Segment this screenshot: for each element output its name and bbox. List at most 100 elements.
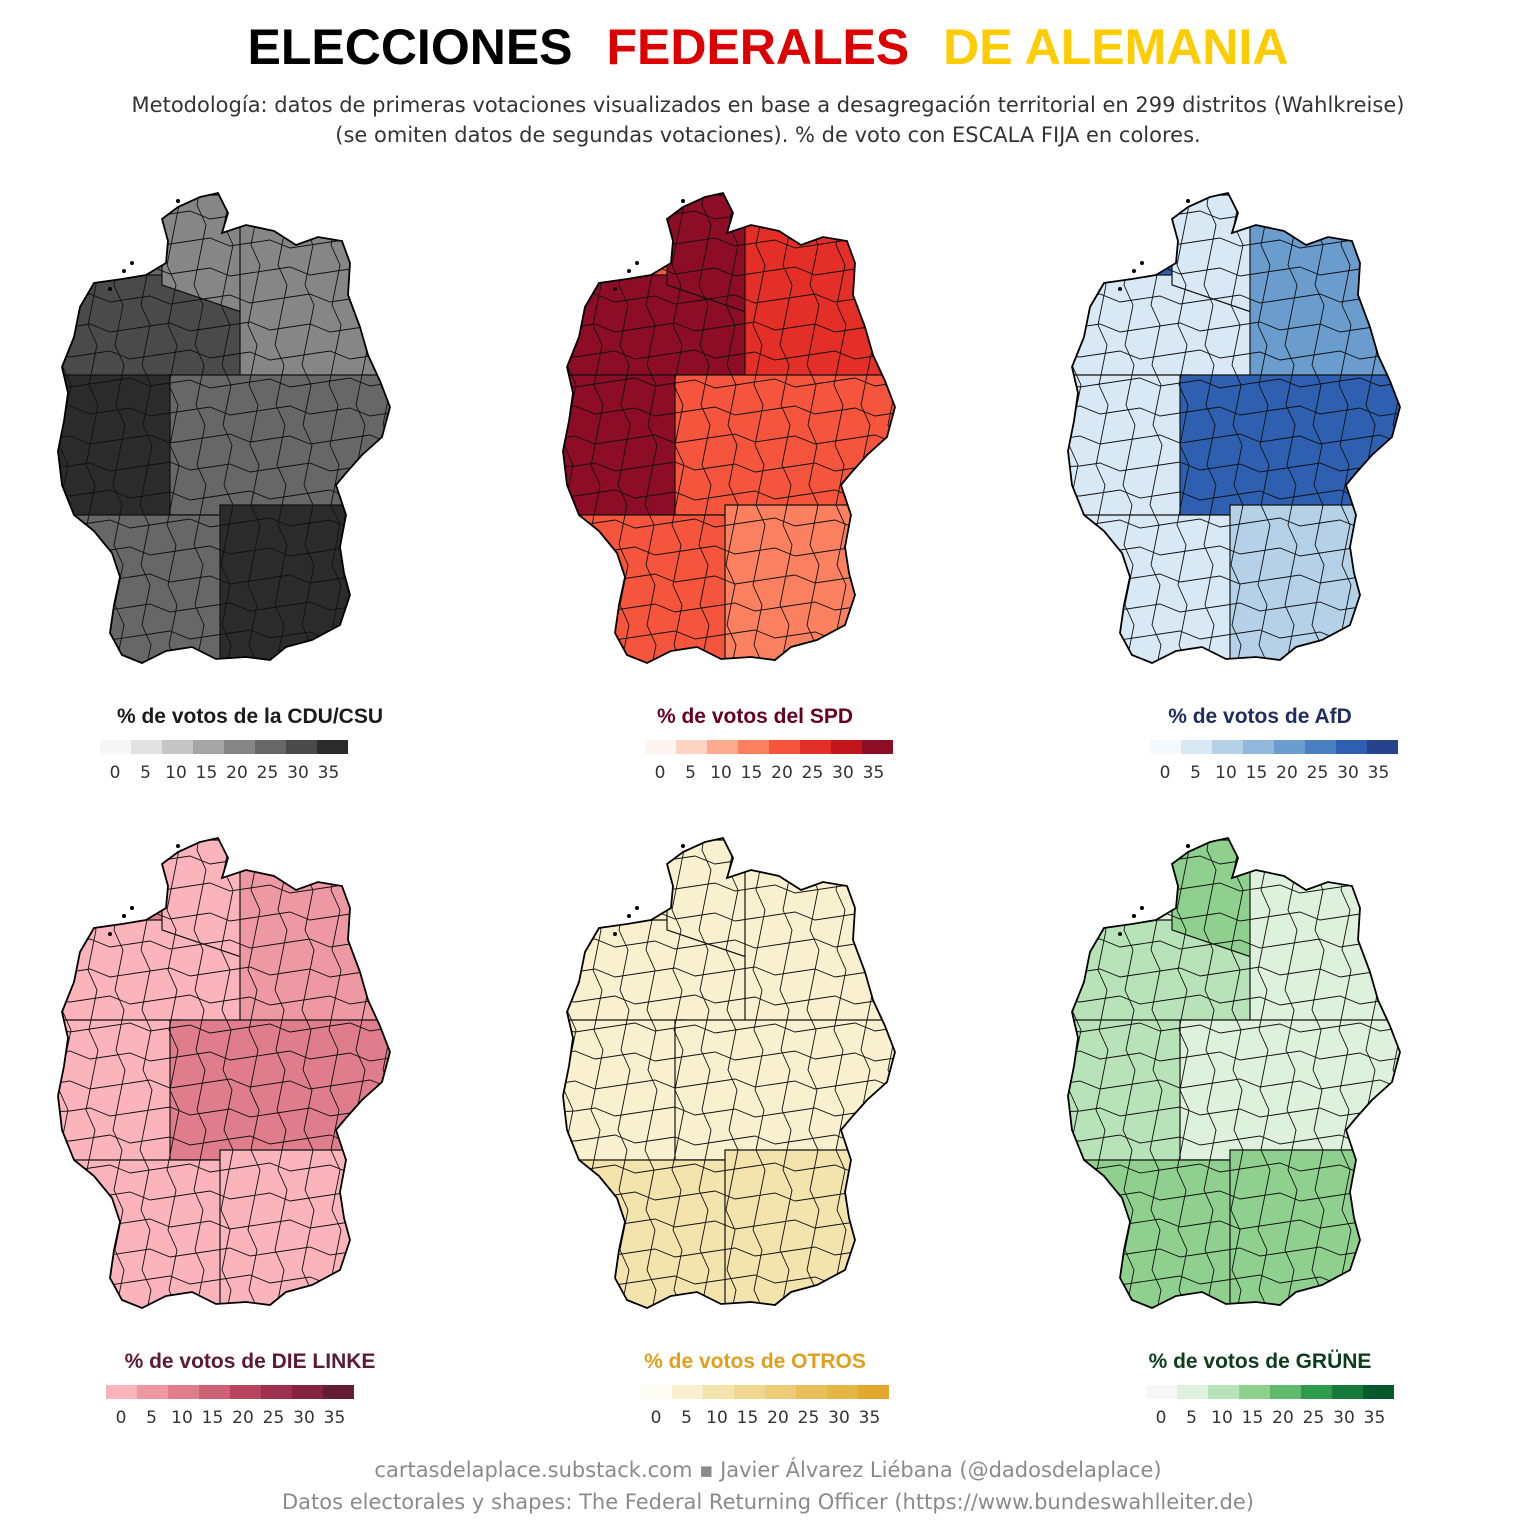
legend-tick-label: 35	[323, 1408, 346, 1428]
legend-bar-afd	[1150, 740, 1398, 756]
subtitle-line-1: Metodología: datos de primeras votacione…	[131, 93, 1405, 117]
legend-swatch	[734, 1385, 765, 1399]
map-panel-cdu-csu: % de votos de la CDU/CSU 0 5 10 15 20 25 30 35	[40, 185, 460, 825]
legend-bar-spd	[645, 740, 893, 756]
district-boundary	[563, 854, 895, 866]
island-marker	[635, 906, 639, 910]
island-marker	[681, 199, 685, 203]
island-marker	[1186, 844, 1190, 848]
island-marker	[627, 914, 631, 918]
districts-group	[58, 838, 390, 1308]
island-marker	[1132, 914, 1136, 918]
footer-source: Datos electorales y shapes: The Federal …	[282, 1490, 1254, 1514]
title-part-1: ELECCIONES	[247, 19, 573, 75]
district-region-southwest	[58, 1159, 231, 1308]
island-marker	[635, 261, 639, 265]
legend-swatch	[645, 740, 676, 754]
legend-swatch	[162, 740, 193, 754]
island-marker	[1132, 269, 1136, 273]
legend-swatch	[100, 740, 131, 754]
legend-swatch	[738, 740, 769, 754]
legend-swatch	[1239, 1385, 1270, 1399]
legend-swatch	[255, 740, 286, 754]
legend-swatch	[193, 740, 224, 754]
districts-group	[1068, 838, 1400, 1308]
legend-swatch	[323, 1385, 354, 1399]
district-region-southwest	[563, 514, 736, 663]
districts-group	[563, 193, 895, 663]
subtitle: Metodología: datos de primeras votacione…	[0, 90, 1536, 150]
legend-swatch	[224, 740, 255, 754]
map-panel-spd: % de votos del SPD 0 5 10 15 20 25 30 35	[545, 185, 965, 825]
map-panel-grune: % de votos de GRÜNE 0 5 10 15 20 25 30 35	[1050, 830, 1470, 1470]
legend-swatch	[858, 1385, 889, 1399]
subtitle-line-2: (se omiten datos de segundas votaciones)…	[335, 123, 1201, 147]
choropleth-map-spd	[562, 191, 896, 664]
district-boundary	[58, 209, 390, 221]
legend-swatch	[1332, 1385, 1363, 1399]
legend-title-grune: % de votos de GRÜNE	[1148, 1350, 1372, 1373]
district-region-southwest	[1068, 514, 1241, 663]
legend-swatch	[796, 1385, 827, 1399]
district-boundary	[382, 193, 390, 663]
island-marker	[1118, 287, 1122, 291]
choropleth-map-die-linke	[57, 836, 391, 1309]
districts-group	[563, 838, 895, 1308]
district-region-southwest	[563, 1159, 736, 1308]
legend-swatch	[703, 1385, 734, 1399]
legend-swatch	[1270, 1385, 1301, 1399]
district-boundary	[58, 854, 390, 866]
main-title: ELECCIONES FEDERALES DE ALEMANIA	[0, 18, 1536, 76]
island-marker	[176, 844, 180, 848]
legend-swatch	[1181, 740, 1212, 754]
legend-swatch	[1336, 740, 1367, 754]
island-marker	[108, 932, 112, 936]
legend-title-spd: % de votos del SPD	[656, 705, 854, 728]
legend-swatch	[1301, 1385, 1332, 1399]
map-panel-die-linke: % de votos de DIE LINKE 0 5 10 15 20 25 30 35	[40, 830, 460, 1470]
legend-tick-label: 35	[858, 1408, 881, 1428]
legend-bar-grune	[1146, 1385, 1394, 1401]
island-marker	[122, 269, 126, 273]
legend-tick-label: 35	[1363, 1408, 1386, 1428]
legend-title-afd: % de votos de AfD	[1168, 705, 1352, 728]
districts-group	[58, 193, 390, 663]
legend-swatch	[292, 1385, 323, 1399]
legend-swatch	[1177, 1385, 1208, 1399]
legend-tick-label: 35	[1367, 763, 1390, 783]
district-boundary	[1068, 854, 1400, 866]
legend-swatch	[831, 740, 862, 754]
island-marker	[1140, 261, 1144, 265]
choropleth-map-grune	[1067, 836, 1401, 1309]
legend-swatch	[1208, 1385, 1239, 1399]
district-region-southwest	[1068, 1159, 1241, 1308]
legend-swatch	[137, 1385, 168, 1399]
district-boundary	[887, 838, 895, 1308]
legend-swatch	[672, 1385, 703, 1399]
legend-swatch	[676, 740, 707, 754]
choropleth-map-otros	[562, 836, 896, 1309]
legend-swatch	[827, 1385, 858, 1399]
district-boundary	[1068, 209, 1400, 221]
legend-swatch	[800, 740, 831, 754]
legend-swatch	[131, 740, 162, 754]
legend-swatch	[1363, 1385, 1394, 1399]
island-marker	[627, 269, 631, 273]
island-marker	[613, 932, 617, 936]
legend-bar-die-linke	[106, 1385, 354, 1401]
island-marker	[1186, 199, 1190, 203]
map-panel-otros: % de votos de OTROS 0 5 10 15 20 25 30 35	[545, 830, 965, 1470]
legend-swatch	[317, 740, 348, 754]
legend-swatch	[765, 1385, 796, 1399]
island-marker	[130, 906, 134, 910]
island-marker	[176, 199, 180, 203]
district-region-southwest	[58, 514, 231, 663]
island-marker	[122, 914, 126, 918]
legend-swatch	[1150, 740, 1181, 754]
legend-title-die-linke: % de votos de DIE LINKE	[124, 1350, 376, 1373]
legend-swatch	[199, 1385, 230, 1399]
legend-swatch	[1367, 740, 1398, 754]
footer-credit: cartasdelaplace.substack.com ▪ Javier Ál…	[374, 1458, 1162, 1482]
legend-bar-cdu-csu	[100, 740, 348, 756]
legend-swatch	[230, 1385, 261, 1399]
